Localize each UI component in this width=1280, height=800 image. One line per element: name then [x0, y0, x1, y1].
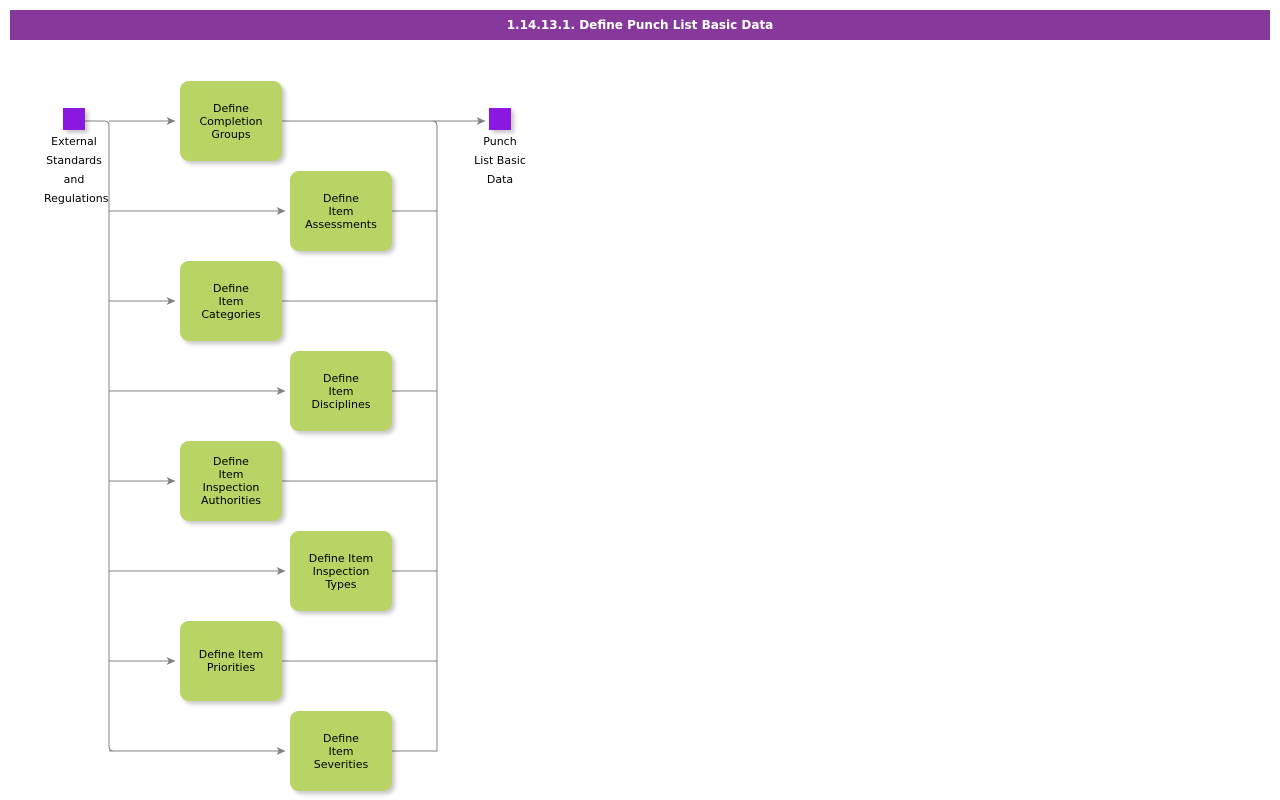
activity-label: Define Item Severities — [313, 731, 369, 771]
purple-square-icon — [63, 108, 85, 130]
activity-define-item-categories[interactable]: Define Item Categories — [180, 261, 282, 341]
terminal-punch-list-basic-data[interactable]: Punch List Basic Data — [470, 108, 530, 187]
activity-define-item-disciplines[interactable]: Define Item Disciplines — [290, 351, 392, 431]
process-flow-diagram: External Standards and Regulations Punch… — [0, 0, 1280, 800]
activity-define-completion-groups[interactable]: Define Completion Groups — [180, 81, 282, 161]
terminal-label: External Standards and Regulations — [44, 135, 109, 205]
activity-define-item-inspection-authorities[interactable]: Define Item Inspection Authorities — [180, 441, 282, 521]
terminal-label: Punch List Basic Data — [474, 135, 526, 186]
terminal-external-standards[interactable]: External Standards and Regulations — [44, 108, 108, 206]
purple-square-icon — [489, 108, 511, 130]
activity-label: Define Item Categories — [201, 281, 261, 321]
output-bus — [431, 120, 438, 751]
activity-label: Define Item Assessments — [305, 191, 377, 231]
activity-label: Define Completion Groups — [199, 101, 263, 141]
activity-define-item-assessments[interactable]: Define Item Assessments — [290, 171, 392, 251]
input-bus — [84, 120, 115, 752]
activity-define-item-severities[interactable]: Define Item Severities — [290, 711, 392, 791]
activity-define-item-priorities[interactable]: Define Item Priorities — [180, 621, 282, 701]
activity-label: Define Item Disciplines — [311, 371, 371, 411]
activity-define-item-inspection-types[interactable]: Define Item Inspection Types — [290, 531, 392, 611]
activity-label: Define Item Inspection Authorities — [201, 455, 261, 507]
activity-label: Define Item Inspection Types — [308, 551, 374, 591]
activity-label: Define Item Priorities — [198, 648, 264, 674]
